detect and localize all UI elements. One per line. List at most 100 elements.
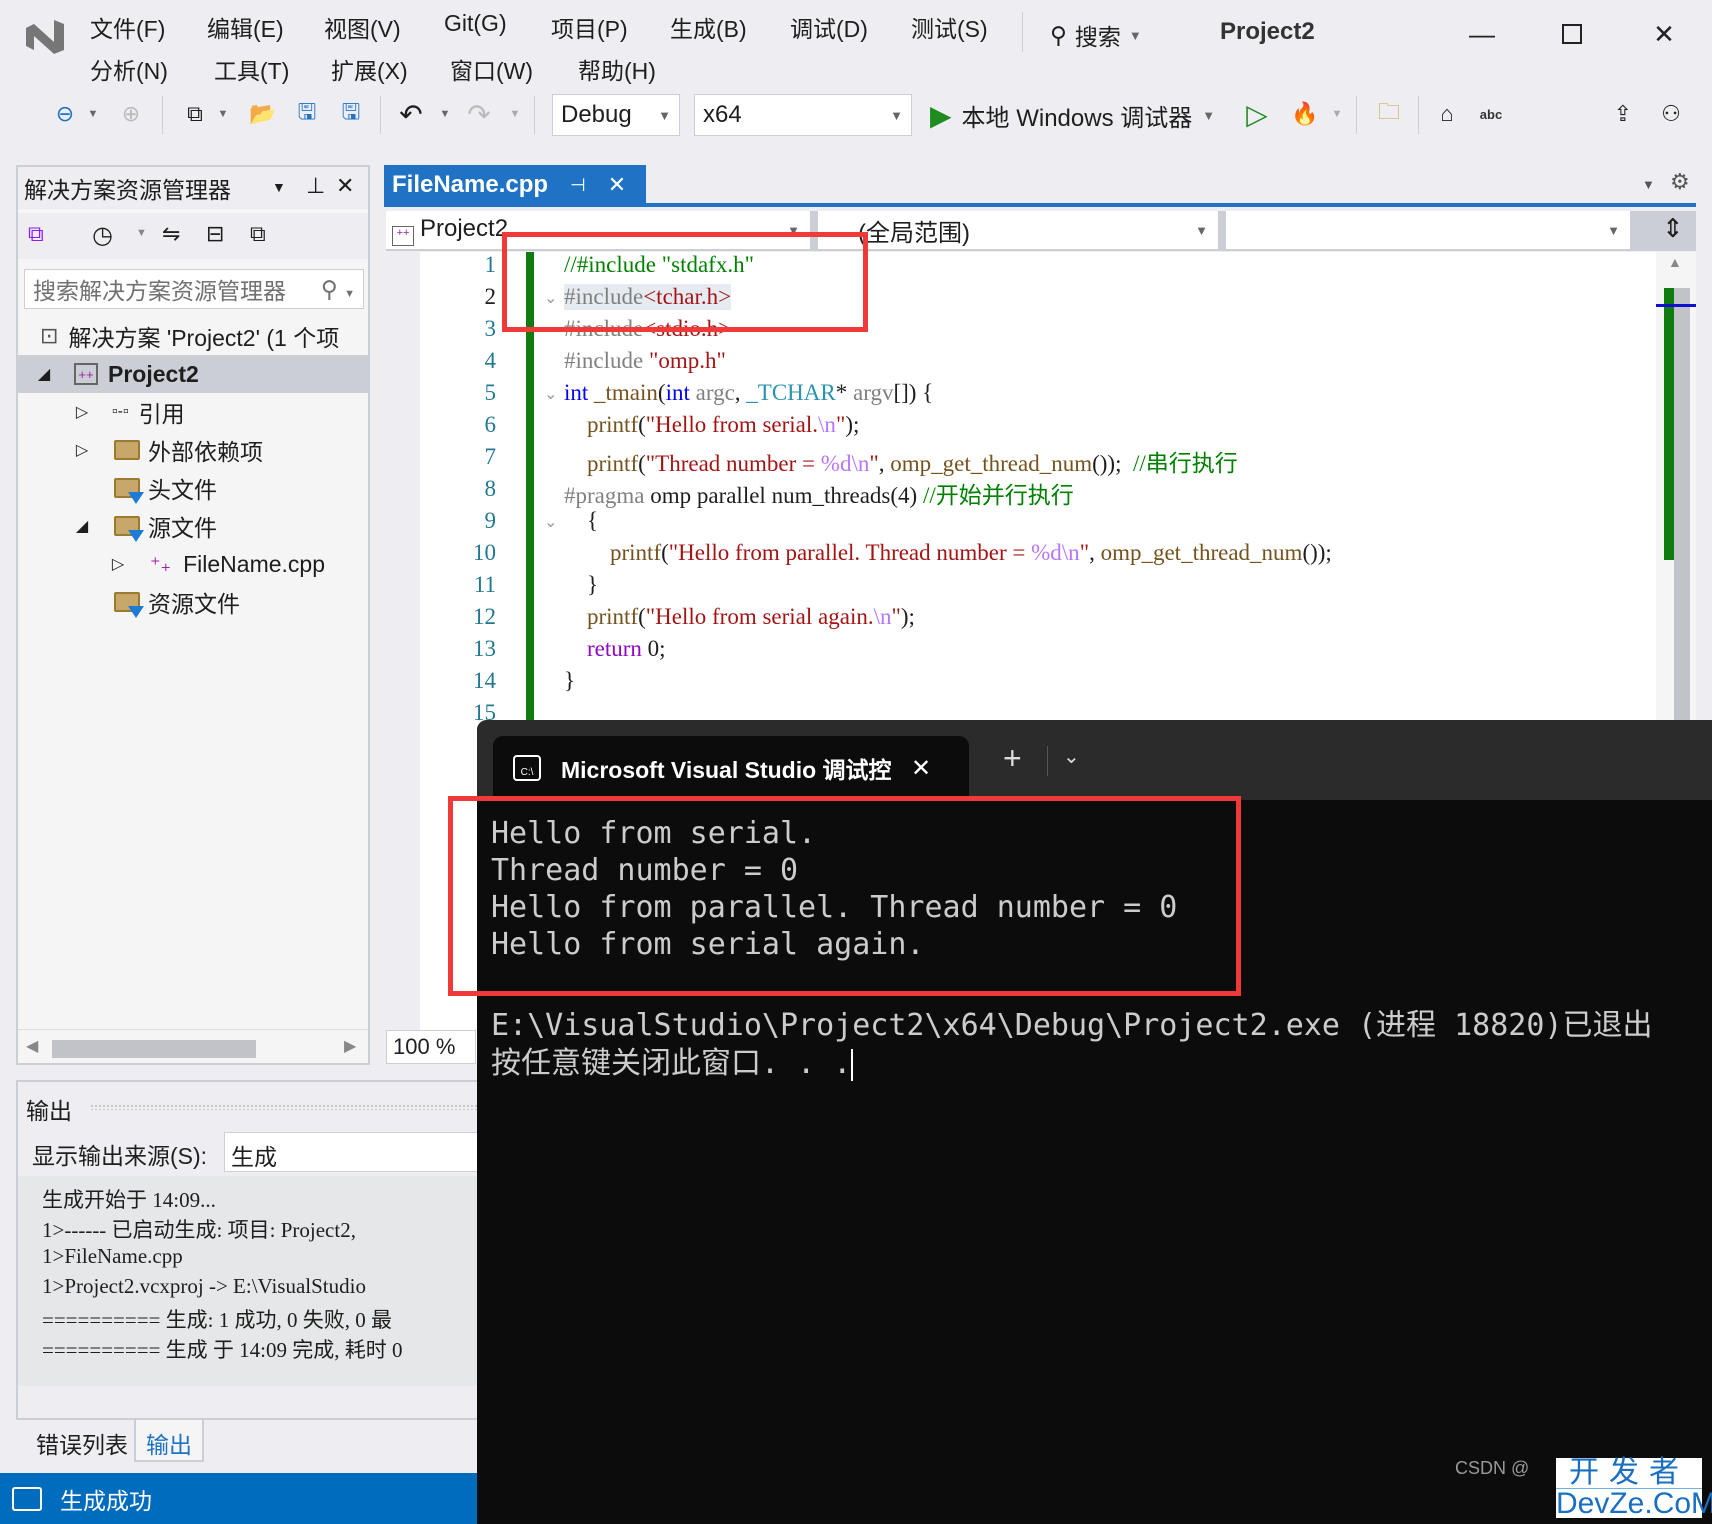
notification-icon[interactable] (12, 1486, 42, 1511)
tree-item-filename-cpp[interactable]: ▷ ⁺₊ FileName.cpp (18, 545, 368, 583)
tree-item-external-dependencies[interactable]: ▷ 外部依赖项 (18, 431, 368, 469)
save-all-icon[interactable]: 🖫 (334, 96, 368, 132)
tree-item-source-files[interactable]: ◢ 源文件 (18, 507, 368, 545)
redo-icon[interactable]: ↷ (462, 96, 496, 132)
configuration-select[interactable]: Debug ▼ (552, 94, 680, 136)
output-text-area[interactable]: 生成开始于 14:09... 1>------ 已启动生成: 项目: Proje… (18, 1176, 484, 1386)
console-prompt: 按任意键关闭此窗口. . . (491, 1046, 852, 1081)
switch-views-icon[interactable]: ⧉ (28, 221, 44, 247)
tab-error-list[interactable]: 错误列表 (26, 1420, 138, 1462)
menu-window[interactable]: 窗口(W) (450, 52, 533, 86)
scope-dropdown[interactable]: (全局范围) ▼ (818, 211, 1218, 249)
chevron-down-icon[interactable]: ▼ (508, 96, 522, 132)
fold-toggle-icon[interactable]: ⌄ (544, 384, 557, 404)
hot-reload-icon[interactable]: 🔥 (1288, 96, 1322, 132)
search-icon: ⚲ ▼ (320, 275, 355, 302)
menu-test[interactable]: 测试(S) (911, 10, 988, 44)
window-title: Project2 (1220, 18, 1315, 45)
menu-build[interactable]: 生成(B) (670, 10, 747, 44)
line-number: 9 (484, 508, 497, 533)
save-icon[interactable]: 🖫 (290, 96, 324, 132)
console-tab-title: Microsoft Visual Studio 调试控 (561, 757, 891, 783)
search-button[interactable]: ⚲ 搜索 ▼ (1050, 18, 1142, 52)
panel-drag-grip[interactable] (90, 1104, 490, 1110)
spell-check-icon[interactable]: abc (1474, 96, 1508, 132)
maximize-button[interactable] (1552, 14, 1592, 54)
chevron-down-icon[interactable]: ▼ (1642, 177, 1655, 192)
horizontal-scrollbar[interactable]: ◀ ▶ (18, 1029, 368, 1063)
menu-edit[interactable]: 编辑(E) (207, 10, 284, 44)
pin-icon[interactable]: ⊥ (306, 173, 325, 199)
output-panel-title: 输出 (26, 1098, 72, 1124)
menu-analyze[interactable]: 分析(N) (90, 52, 168, 86)
sync-with-document-icon[interactable]: ⇋ (162, 221, 180, 247)
solution-explorer-toolbar: ⧉ ◷ ▼ ⇋ ⊟ ⧉ (18, 213, 368, 259)
member-dropdown[interactable]: ▼ (1226, 211, 1630, 249)
tab-output[interactable]: 输出 (134, 1420, 204, 1462)
close-icon[interactable]: ✕ (336, 173, 354, 199)
browser-link-icon[interactable]: ⌂ (1430, 96, 1464, 132)
platform-select[interactable]: x64 ▼ (694, 94, 912, 136)
share-icon[interactable]: ⇪ (1606, 96, 1640, 132)
scroll-up-icon[interactable]: ▲ (1668, 254, 1682, 270)
menu-git[interactable]: Git(G) (444, 10, 507, 37)
pending-changes-filter-icon[interactable]: ◷ (92, 221, 113, 250)
zoom-level-combo[interactable]: 100 % (386, 1030, 476, 1064)
close-icon[interactable]: ✕ (608, 172, 626, 198)
close-window-button[interactable]: ✕ (1644, 14, 1684, 54)
chevron-down-icon[interactable]: ⌄ (1063, 744, 1080, 769)
minimize-button[interactable]: — (1462, 14, 1502, 54)
tree-item-solution[interactable]: ⊡ 解决方案 'Project2' (1 个项 (18, 317, 368, 355)
annotation-highlight-console-output (448, 796, 1241, 996)
chevron-down-icon[interactable]: ▼ (438, 96, 452, 132)
collapsed-triangle-icon: ▷ (75, 442, 89, 459)
navigate-back-icon[interactable]: ⊖ (48, 96, 82, 132)
undo-icon[interactable]: ↶ (394, 96, 428, 132)
console-tab[interactable]: C:\ Microsoft Visual Studio 调试控 ✕ (493, 736, 969, 800)
chevron-down-icon[interactable]: ▼ (86, 96, 100, 132)
tree-item-header-files[interactable]: 头文件 (18, 469, 368, 507)
menu-extensions[interactable]: 扩展(X) (331, 52, 408, 86)
find-in-files-icon[interactable]: 🗀 (1372, 96, 1406, 132)
split-window-icon[interactable]: ⇕ (1662, 213, 1684, 244)
menu-file[interactable]: 文件(F) (90, 10, 165, 44)
solution-search-input[interactable]: 搜索解决方案资源管理器 ⚲ ▼ (24, 269, 364, 309)
output-line: 1>Project2.vcxproj -> E:\VisualStudio (42, 1274, 366, 1298)
menu-view[interactable]: 视图(V) (324, 10, 401, 44)
show-all-files-icon[interactable]: ⧉ (250, 221, 266, 247)
menu-project[interactable]: 项目(P) (551, 10, 628, 44)
scroll-left-icon[interactable]: ◀ (26, 1036, 38, 1056)
tab-filename-cpp[interactable]: FileName.cpp ⊣ ✕ (384, 165, 646, 205)
start-without-debugging-icon[interactable]: ▷ (1240, 96, 1274, 132)
navigate-forward-icon[interactable]: ⊕ (114, 96, 148, 132)
open-folder-icon[interactable]: 📂 (246, 96, 280, 132)
scrollbar-thumb[interactable] (52, 1040, 256, 1058)
scroll-right-icon[interactable]: ▶ (344, 1036, 356, 1056)
text-cursor (851, 1048, 854, 1081)
collapse-all-icon[interactable]: ⊟ (206, 221, 224, 247)
toolbar-separator (380, 96, 381, 134)
tree-item-references[interactable]: ▷ ▫-▫ 引用 (18, 393, 368, 431)
chevron-down-icon[interactable]: ▼ (216, 96, 230, 132)
menu-debug[interactable]: 调试(D) (790, 10, 868, 44)
menu-tools[interactable]: 工具(T) (214, 52, 289, 86)
tree-item-label: 外部依赖项 (148, 439, 263, 465)
chevron-down-icon[interactable]: ▼ (272, 179, 286, 195)
output-source-select[interactable]: 生成 (224, 1132, 494, 1172)
start-debugging-button[interactable]: ▶ 本地 Windows 调试器 ▼ (930, 98, 1215, 133)
new-tab-plus-icon[interactable]: + (1003, 740, 1022, 777)
tree-item-project[interactable]: ◢ ++ Project2 (18, 355, 368, 393)
chevron-down-icon[interactable]: ▼ (136, 227, 147, 239)
tree-item-resource-files[interactable]: 资源文件 (18, 583, 368, 621)
gear-icon[interactable]: ⚙ (1670, 169, 1690, 195)
pin-icon[interactable]: ⊣ (570, 175, 586, 196)
live-share-icon[interactable]: ⚇ (1654, 96, 1688, 132)
close-icon[interactable]: ✕ (911, 754, 931, 783)
console-prompt-line: 按任意键关闭此窗口. . . (491, 1038, 854, 1082)
solution-icon: ⊡ (40, 323, 59, 348)
new-item-icon[interactable]: ⧉ (178, 96, 212, 132)
search-icon: ⚲ (1050, 21, 1067, 48)
chevron-down-icon[interactable]: ▼ (1330, 96, 1344, 132)
fold-toggle-icon[interactable]: ⌄ (544, 512, 557, 532)
menu-help[interactable]: 帮助(H) (578, 52, 656, 86)
